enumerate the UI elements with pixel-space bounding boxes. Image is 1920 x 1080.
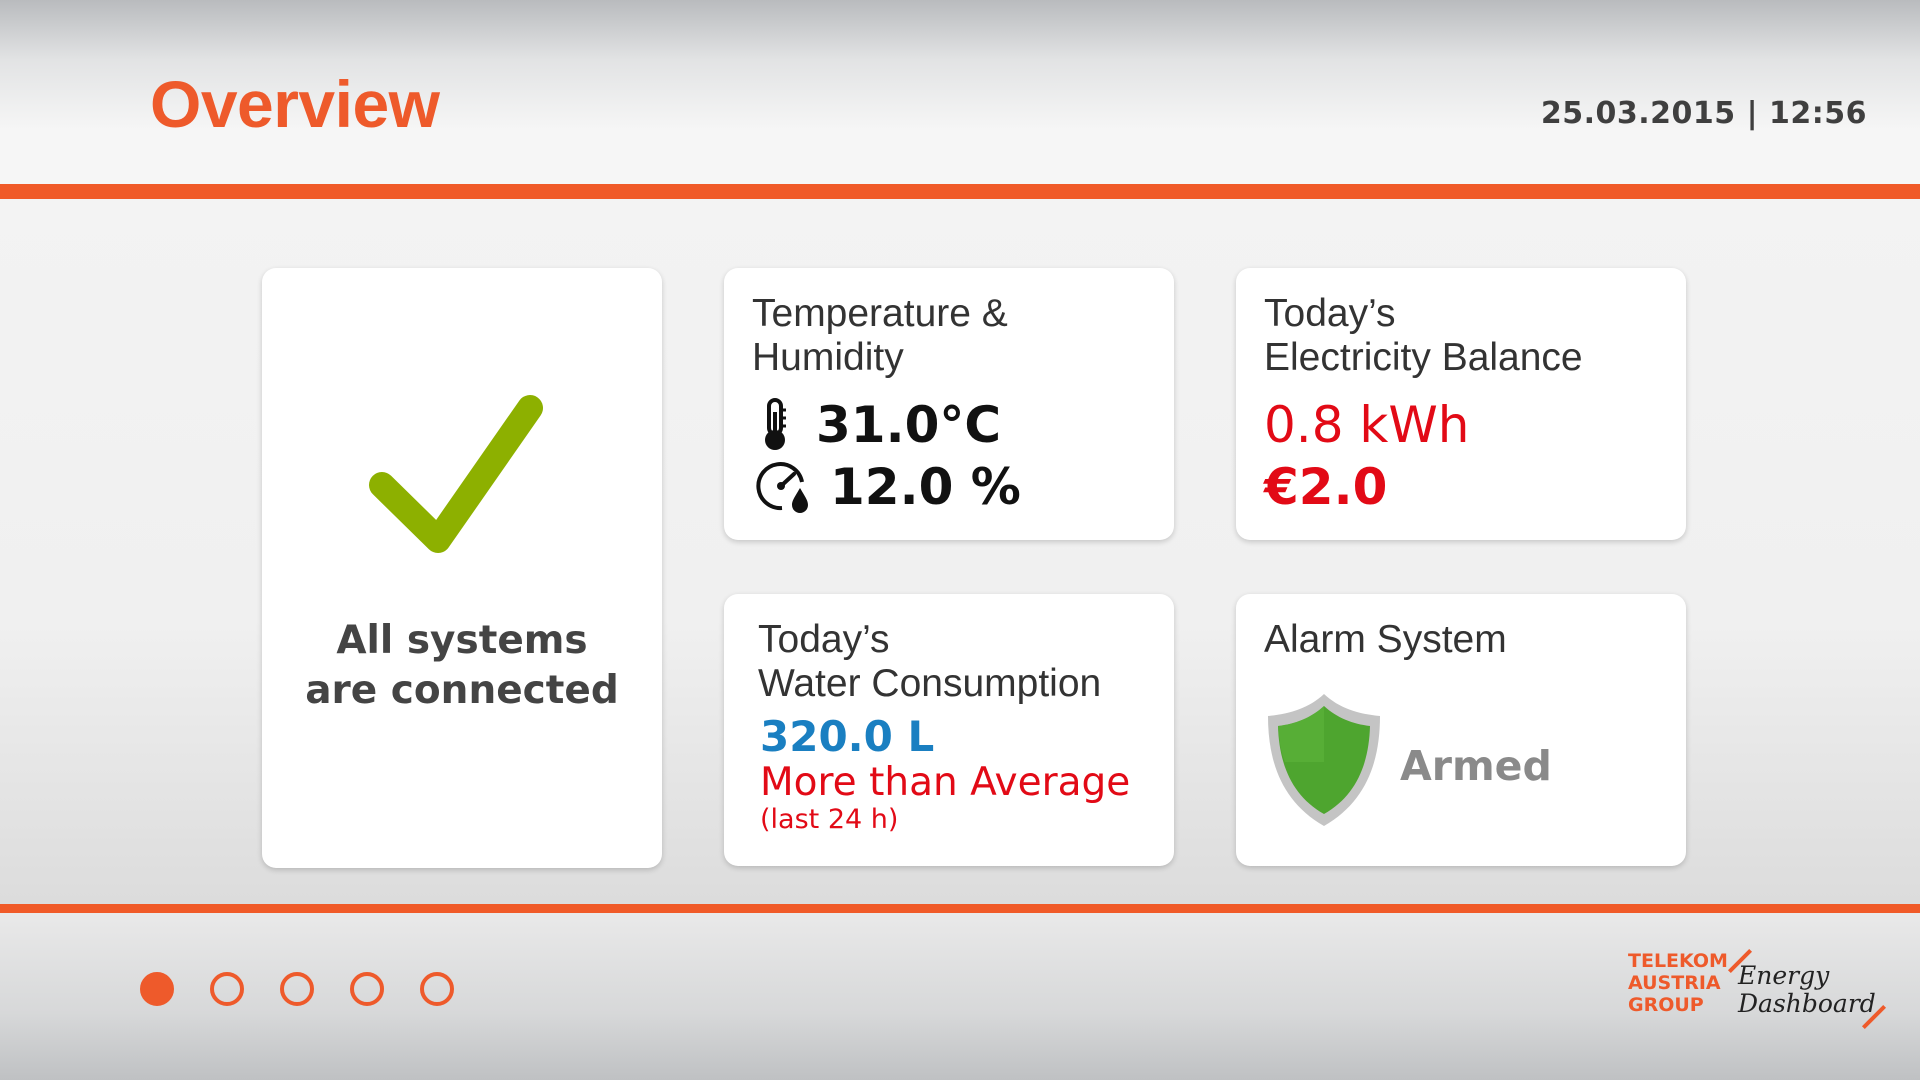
- humidity-value: 12.0 %: [830, 458, 1021, 516]
- alarm-card[interactable]: Alarm System Armed: [1236, 594, 1686, 866]
- footer-divider: [0, 904, 1920, 913]
- energy-value: 0.8 kWh: [1264, 396, 1470, 454]
- brand-line-2: AUSTRIA: [1628, 972, 1721, 994]
- product-line-1: Energy: [1738, 961, 1830, 990]
- water-comparison: More than Average: [760, 760, 1131, 805]
- card-title-line-2: Humidity: [752, 336, 904, 379]
- card-title-line-1: Temperature &: [752, 292, 1008, 335]
- brand-line-3: GROUP: [1628, 994, 1704, 1016]
- card-title-line-1: Today’s: [758, 618, 890, 661]
- water-card[interactable]: Today’s Water Consumption 320.0 L More t…: [724, 594, 1174, 866]
- card-title-line-2: Water Consumption: [758, 662, 1102, 705]
- card-title-line-2: Electricity Balance: [1264, 336, 1583, 379]
- temperature-humidity-card[interactable]: Temperature & Humidity 31.0°C 12.0 %: [724, 268, 1174, 540]
- card-title: Alarm System: [1264, 618, 1507, 661]
- page-title: Overview: [150, 67, 440, 141]
- brand-line-1: TELEKOM: [1628, 950, 1728, 972]
- date-time: 25.03.2015 | 12:56: [1540, 96, 1867, 131]
- thermometer-icon: [765, 398, 786, 450]
- brand-logo: TELEKOM AUSTRIA GROUP: [1628, 950, 1728, 1016]
- temperature-value: 31.0°C: [816, 396, 1002, 454]
- check-icon: [369, 395, 543, 553]
- page-dot-4[interactable]: [350, 972, 384, 1006]
- humidity-gauge-icon: [756, 462, 808, 513]
- pagination: [140, 972, 490, 1006]
- card-title-line-1: Today’s: [1264, 292, 1396, 335]
- product-line-2: Dashboard: [1738, 989, 1876, 1018]
- cost-value: €2.0: [1264, 458, 1388, 516]
- card-title: Today’s Electricity Balance: [1264, 292, 1583, 380]
- shield-icon: [1268, 694, 1380, 826]
- card-title: Today’s Water Consumption: [758, 618, 1101, 706]
- connection-status: All systems are connected: [262, 616, 662, 716]
- product-logo: Energy Dashboard: [1738, 962, 1876, 1018]
- temperature-row: 31.0°C: [760, 396, 1001, 454]
- status-line-1: All systems: [336, 618, 588, 663]
- humidity-row: 12.0 %: [754, 458, 1021, 516]
- page-dot-5[interactable]: [420, 972, 454, 1006]
- card-title: Temperature & Humidity: [752, 292, 1008, 380]
- header-divider: [0, 184, 1920, 199]
- page-dot-3[interactable]: [280, 972, 314, 1006]
- status-card[interactable]: All systems are connected: [262, 268, 662, 868]
- status-line-2: are connected: [305, 668, 619, 713]
- water-period: (last 24 h): [760, 804, 899, 835]
- page-dot-1[interactable]: [140, 972, 174, 1006]
- page-dot-2[interactable]: [210, 972, 244, 1006]
- water-value: 320.0 L: [760, 712, 935, 761]
- alarm-status: Armed: [1400, 742, 1552, 790]
- electricity-card[interactable]: Today’s Electricity Balance 0.8 kWh €2.0: [1236, 268, 1686, 540]
- header: Overview 25.03.2015 | 12:56: [0, 0, 1920, 184]
